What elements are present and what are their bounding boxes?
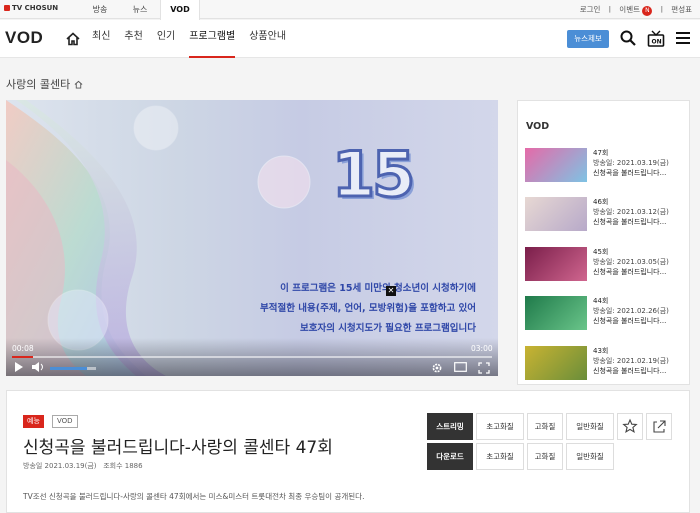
volume-fill — [50, 367, 87, 370]
episode-date: 방송일: 2021.02.19(금) — [593, 357, 669, 365]
tv-on-icon[interactable]: ON — [647, 30, 665, 52]
tab-news[interactable]: 뉴스 — [120, 0, 160, 19]
event-badge: N — [642, 6, 653, 16]
download-label: 다운로드 — [427, 443, 473, 470]
download-sd-button[interactable]: 일반화질 — [566, 443, 614, 470]
tv-chosun-logo[interactable]: TV CHOSUN — [4, 4, 58, 12]
video-player[interactable]: 15 이 프로그램은 15세 미만의 청소년이 시청하기에 부적절한 내용(주제… — [6, 100, 498, 376]
episode-title: 신청곡을 불러드립니다-사랑의 콜센타 47회 — [23, 438, 333, 458]
episode-date: 방송일: 2021.03.19(금) — [593, 159, 669, 167]
nav-item-popular[interactable]: 인기 — [157, 20, 175, 58]
age-rating-number: 15 — [330, 137, 416, 213]
theater-mode-icon[interactable] — [454, 362, 467, 375]
divider: ㅣ — [606, 5, 614, 14]
favorite-star-icon[interactable] — [617, 413, 643, 440]
nav-item-latest[interactable]: 최신 — [92, 20, 110, 58]
nav-item-products[interactable]: 상품안내 — [249, 20, 286, 58]
download-uhd-button[interactable]: 초고화질 — [476, 443, 524, 470]
progress-fill — [12, 356, 34, 358]
episode-number: 45회 — [593, 248, 609, 256]
episode-meta: 방송일 2021.03.19(금) 조회수 1886 — [23, 461, 143, 471]
tab-broadcast[interactable]: 방송 — [80, 0, 120, 19]
air-date: 방송일 2021.03.19(금) — [23, 462, 97, 470]
program-name[interactable]: 사랑의 콜센타 — [6, 78, 70, 91]
episode-thumbnail — [525, 148, 587, 182]
divider: ㅣ — [658, 5, 666, 14]
breadcrumb: 사랑의 콜센타 — [6, 76, 83, 92]
rating-warning-line: 부적절한 내용(주제, 언어, 모방위험)을 포함하고 있어 — [260, 303, 476, 314]
stream-hd-button[interactable]: 고화질 — [527, 413, 563, 440]
volume-icon[interactable] — [32, 362, 45, 375]
episode-item[interactable]: 47회 방송일: 2021.03.19(금) 신청곡을 불러드립니다... — [525, 148, 685, 184]
episode-number: 44회 — [593, 297, 609, 305]
program-home-icon[interactable] — [74, 78, 83, 91]
episode-title: 신청곡을 불러드립니다... — [593, 218, 667, 226]
event-link[interactable]: 이벤트 N — [619, 0, 653, 19]
search-icon[interactable] — [620, 30, 636, 50]
episode-number: 47회 — [593, 149, 609, 157]
episode-title: 신청곡을 불러드립니다... — [593, 367, 667, 375]
episode-item[interactable]: 43회 방송일: 2021.02.19(금) 신청곡을 불러드립니다... — [525, 346, 685, 382]
settings-gear-icon[interactable] — [431, 362, 443, 376]
top-tabs: 방송 뉴스 VOD — [80, 0, 200, 20]
login-link[interactable]: 로그인 — [580, 0, 601, 19]
top-utility-links: 로그인 ㅣ 이벤트 N ㅣ 편성표 — [580, 0, 692, 19]
share-external-icon[interactable] — [646, 413, 672, 440]
nav-menu: 최신 추천 인기 프로그램별 상품안내 — [92, 20, 286, 58]
episode-item[interactable]: 46회 방송일: 2021.03.12(금) 신청곡을 불러드립니다... — [525, 197, 685, 233]
nav-item-recommended[interactable]: 추천 — [124, 20, 142, 58]
vod-logo[interactable]: VOD — [5, 28, 43, 48]
episode-date: 방송일: 2021.02.26(금) — [593, 307, 669, 315]
main-nav: VOD 최신 추천 인기 프로그램별 상품안내 뉴스제보 ON — [0, 20, 700, 58]
fullscreen-icon[interactable] — [478, 362, 490, 376]
close-icon[interactable]: ✕ — [386, 286, 396, 296]
hamburger-menu-icon[interactable] — [675, 30, 691, 50]
view-count: 조회수 1886 — [103, 462, 143, 470]
play-icon[interactable] — [14, 362, 24, 375]
stream-sd-button[interactable]: 일반화질 — [566, 413, 614, 440]
streaming-label: 스트리밍 — [427, 413, 473, 440]
download-hd-button[interactable]: 고화질 — [527, 443, 563, 470]
stream-uhd-button[interactable]: 초고화질 — [476, 413, 524, 440]
episode-thumbnail — [525, 296, 587, 330]
top-bar: TV CHOSUN 방송 뉴스 VOD 로그인 ㅣ 이벤트 N ㅣ 편성표 — [0, 0, 700, 20]
episode-number: 43회 — [593, 347, 609, 355]
episode-title: 신청곡을 불러드립니다... — [593, 317, 667, 325]
episode-thumbnail — [525, 197, 587, 231]
volume-slider[interactable] — [50, 367, 96, 370]
genre-badge: 예능 — [23, 415, 44, 428]
episode-item[interactable]: 45회 방송일: 2021.03.05(금) 신청곡을 불러드립니다... — [525, 247, 685, 283]
episode-title: 신청곡을 불러드립니다... — [593, 268, 667, 276]
download-options: 다운로드 초고화질 고화질 일반화질 — [427, 443, 617, 470]
vod-episode-list: VOD 47회 방송일: 2021.03.19(금) 신청곡을 불러드립니다..… — [517, 100, 690, 385]
duration: 03:00 — [471, 344, 493, 353]
home-icon[interactable] — [66, 31, 80, 50]
rating-warning-line: 이 프로그램은 15세 미만의 청소년이 시청하기에 — [280, 283, 476, 294]
episode-list-title: VOD — [526, 121, 550, 132]
episode-date: 방송일: 2021.03.12(금) — [593, 208, 669, 216]
tab-vod[interactable]: VOD — [160, 0, 200, 20]
episode-number: 46회 — [593, 198, 609, 206]
episode-description: TV조선 신청곡을 불러드립니다-사랑의 콜센타 47회에서는 미스&미스터 트… — [23, 492, 365, 501]
svg-text:ON: ON — [652, 39, 662, 46]
streaming-options: 스트리밍 초고화질 고화질 일반화질 — [427, 413, 617, 440]
logo-mark-icon — [4, 5, 10, 11]
rating-warning-line: 보호자의 시청지도가 필요한 프로그램입니다 — [300, 323, 476, 334]
progress-bar[interactable] — [12, 356, 492, 358]
nav-item-by-program[interactable]: 프로그램별 — [189, 20, 236, 58]
vod-badge: VOD — [52, 415, 78, 428]
episode-date: 방송일: 2021.03.05(금) — [593, 258, 669, 266]
news-report-button[interactable]: 뉴스제보 — [567, 30, 609, 48]
episode-thumbnail — [525, 247, 587, 281]
episode-thumbnail — [525, 346, 587, 380]
program-info-panel: 예능 VOD 신청곡을 불러드립니다-사랑의 콜센타 47회 방송일 2021.… — [6, 390, 690, 513]
episode-item[interactable]: 44회 방송일: 2021.02.26(금) 신청곡을 불러드립니다... — [525, 296, 685, 332]
episode-title: 신청곡을 불러드립니다... — [593, 169, 667, 177]
current-time: 00:08 — [12, 344, 34, 353]
schedule-link[interactable]: 편성표 — [671, 0, 692, 19]
player-background-art — [6, 100, 311, 376]
